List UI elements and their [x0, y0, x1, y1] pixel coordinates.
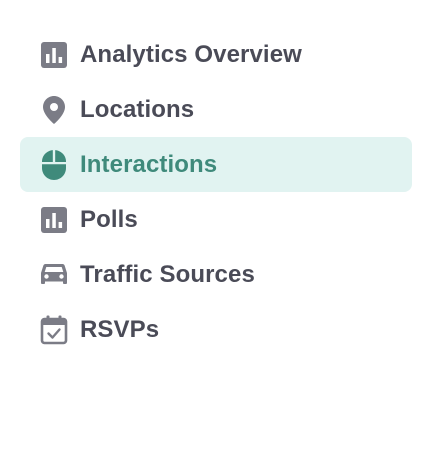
nav-item-polls[interactable]: Polls [20, 192, 412, 247]
nav-item-traffic-sources[interactable]: Traffic Sources [20, 247, 412, 302]
nav-item-label: Analytics Overview [80, 40, 302, 68]
location-pin-icon [39, 95, 69, 125]
nav-item-locations[interactable]: Locations [20, 82, 412, 137]
car-icon [39, 260, 69, 290]
nav-item-rsvps[interactable]: RSVPs [20, 302, 412, 357]
nav-item-interactions[interactable]: Interactions [20, 137, 412, 192]
bar-chart-icon [39, 205, 69, 235]
nav-item-label: RSVPs [80, 315, 160, 343]
nav-item-analytics-overview[interactable]: Analytics Overview [20, 27, 412, 82]
nav-item-label: Polls [80, 205, 138, 233]
mouse-icon [39, 149, 69, 180]
nav-item-label: Interactions [80, 150, 218, 178]
calendar-check-icon [39, 315, 69, 345]
nav-item-label: Locations [80, 95, 195, 123]
nav-item-label: Traffic Sources [80, 260, 255, 288]
sidebar-nav: Analytics Overview Locations Interaction… [20, 27, 412, 357]
bar-chart-icon [39, 40, 69, 70]
